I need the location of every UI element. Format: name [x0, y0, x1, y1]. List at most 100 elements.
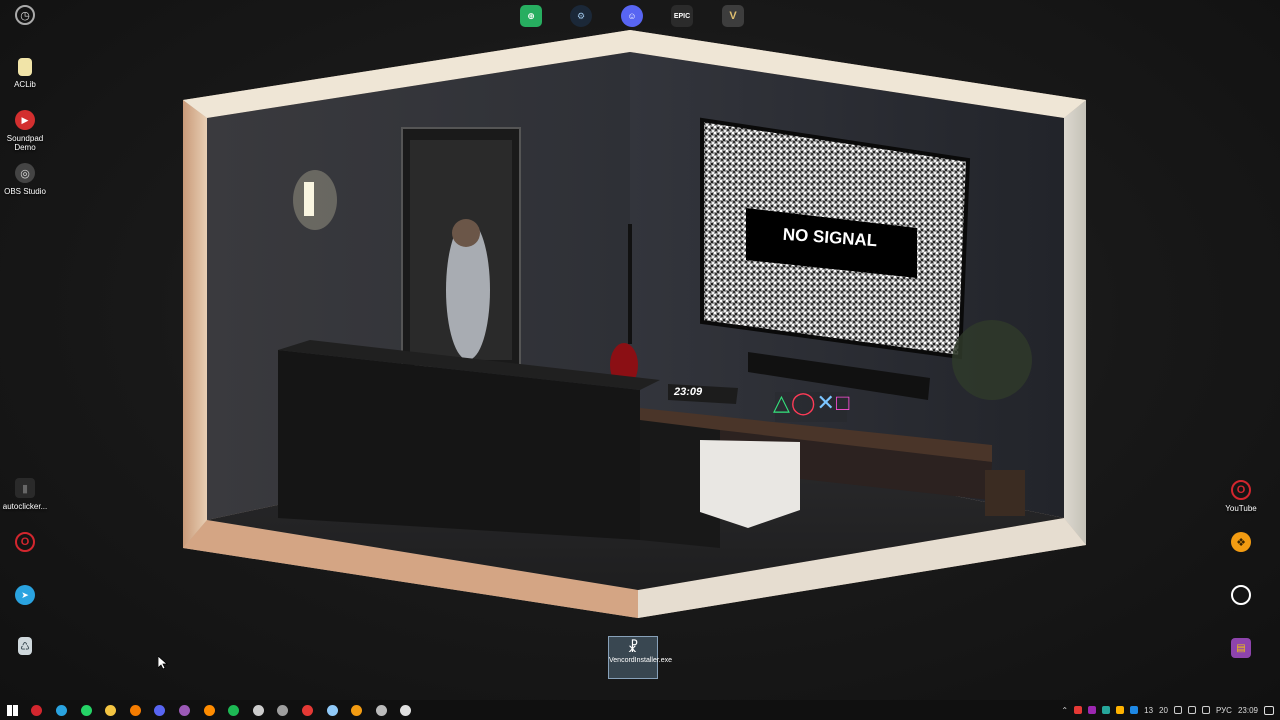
search-orange-taskbar[interactable] — [197, 700, 222, 720]
obs-taskbar[interactable] — [369, 700, 394, 720]
tray-app-icon[interactable] — [1074, 706, 1083, 714]
opera-taskbar[interactable] — [25, 700, 50, 720]
triangle-symbol: △ — [773, 390, 790, 415]
network-icon[interactable] — [1173, 706, 1182, 714]
recycle-bin-icon[interactable]: ♺ — [0, 637, 50, 655]
obs-studio-icon[interactable]: ◎ OBS Studio — [0, 163, 50, 196]
settings-taskbar[interactable] — [246, 700, 271, 720]
xbox-app-icon[interactable]: ⊕ — [520, 5, 542, 27]
gta-label: V — [729, 10, 737, 22]
vencord-label: VencordInstaller.exe — [609, 657, 673, 664]
search-orange-taskbar-icon — [203, 704, 215, 716]
aclib-icon[interactable]: ACLib — [0, 58, 50, 89]
vencord-taskbar-icon — [400, 704, 412, 716]
epic-games-icon[interactable]: EPIC — [671, 5, 693, 27]
tray-app-icon[interactable] — [1102, 706, 1111, 714]
desktop: NO SIGNAL 23:09 △ ◯ ✕ □ ◷ ACLib ▶ Soundp… — [0, 0, 1280, 700]
notification-icon[interactable] — [1264, 705, 1274, 715]
chat-app-icon[interactable] — [1216, 585, 1266, 605]
telegram-icon[interactable]: ➤ — [0, 585, 50, 605]
youtube-label: YouTube — [1225, 504, 1257, 513]
opera-taskbar-icon — [31, 704, 43, 716]
steam-taskbar[interactable] — [320, 700, 345, 720]
mouse-icon: ▮ — [15, 478, 35, 498]
opera-logo-icon: O — [15, 532, 35, 552]
tray-badge[interactable]: 13 — [1144, 706, 1153, 715]
winrar-icon[interactable]: ▤ — [1216, 638, 1266, 658]
chrome-like-taskbar-icon — [129, 704, 141, 716]
discord-taskbar[interactable] — [148, 700, 173, 720]
taskbar: ⌃ 13 20 РУС 23:09 — [0, 700, 1280, 720]
discord-glyph-icon: ☺ — [627, 11, 637, 21]
app-purple-taskbar[interactable] — [172, 700, 197, 720]
autoclicker-label: autoclicker... — [2, 502, 48, 511]
xbox-glyph-icon: ⊕ — [527, 10, 535, 21]
flstudio-taskbar-icon — [351, 704, 363, 716]
fl-studio-icon[interactable]: ❖ — [1216, 532, 1266, 552]
archive-icon: ▤ — [1231, 638, 1251, 658]
spotify-like-taskbar[interactable] — [221, 700, 246, 720]
chrome-like-taskbar[interactable] — [123, 700, 148, 720]
folder-taskbar[interactable] — [271, 700, 296, 720]
app-purple-taskbar-icon — [178, 704, 190, 716]
autoclicker-icon[interactable]: ▮ autoclicker... — [0, 478, 50, 511]
spotify-like-taskbar-icon — [228, 704, 240, 716]
tray-chevron-icon[interactable]: ⌃ — [1061, 706, 1068, 715]
vencord-taskbar[interactable] — [394, 700, 419, 720]
steam-glyph-icon: ⚙ — [576, 10, 586, 21]
square-symbol: □ — [835, 390, 850, 415]
obs-icon: ◎ — [15, 163, 35, 183]
gta-icon[interactable]: V — [722, 5, 744, 27]
trash-icon: ♺ — [18, 637, 32, 655]
discord-icon[interactable]: ☺ — [621, 5, 643, 27]
opera-logo-icon: O — [1231, 480, 1251, 500]
vencord-installer-icon[interactable]: ☧ VencordInstaller.exe — [608, 636, 673, 679]
telegram-taskbar-icon — [55, 704, 67, 716]
settings-taskbar-icon — [252, 704, 264, 716]
steam-icon[interactable]: ⚙ — [570, 5, 592, 27]
room-wallpaper — [183, 30, 1086, 618]
circle-symbol: ◯ — [790, 390, 816, 415]
discord-taskbar-icon — [154, 704, 166, 716]
clock-app-icon[interactable]: ◷ — [0, 5, 50, 25]
fruit-icon: ❖ — [1231, 532, 1251, 552]
chat-bubble-icon — [1231, 585, 1251, 605]
mouse-cursor-icon — [158, 656, 168, 670]
mic-icon[interactable] — [1201, 706, 1210, 714]
volume-icon[interactable] — [1187, 706, 1196, 714]
language-indicator[interactable]: РУС — [1216, 706, 1232, 715]
folder-taskbar-icon — [277, 704, 289, 716]
file-icon — [18, 58, 32, 76]
vencord-glyph-icon: ☧ — [627, 639, 639, 655]
system-tray: ⌃ 13 20 РУС 23:09 — [1061, 700, 1280, 720]
ps-symbols-light: △ ◯ ✕ □ — [773, 390, 849, 416]
whatsapp-taskbar[interactable] — [74, 700, 99, 720]
steam-taskbar-icon — [326, 704, 338, 716]
start-button[interactable] — [0, 700, 25, 720]
tray-badge[interactable]: 20 — [1159, 706, 1168, 715]
explorer-taskbar[interactable] — [98, 700, 123, 720]
explorer-taskbar-icon — [105, 704, 117, 716]
opera-icon[interactable]: O — [0, 532, 50, 552]
youtube-taskbar-icon — [301, 704, 313, 716]
flstudio-taskbar[interactable] — [344, 700, 369, 720]
obs-taskbar-icon — [375, 704, 387, 716]
youtube-taskbar[interactable] — [295, 700, 320, 720]
play-icon: ▶ — [15, 110, 35, 130]
soundpad-label: Soundpad Demo — [6, 134, 44, 152]
aclib-label: ACLib — [14, 80, 36, 89]
tray-app-icon[interactable] — [1116, 706, 1125, 714]
telegram-taskbar[interactable] — [49, 700, 74, 720]
epic-label: EPIC — [673, 12, 691, 20]
start-button-icon — [6, 704, 18, 716]
clock-icon: ◷ — [15, 5, 35, 25]
wallpaper-clock-text: 23:09 — [674, 386, 703, 398]
tray-app-icon[interactable] — [1088, 706, 1097, 714]
obs-label: OBS Studio — [4, 187, 46, 196]
taskbar-clock[interactable]: 23:09 — [1238, 706, 1258, 715]
tray-app-icon[interactable] — [1130, 706, 1139, 714]
youtube-opera-icon[interactable]: O YouTube — [1216, 480, 1266, 513]
telegram-logo-icon: ➤ — [15, 585, 35, 605]
whatsapp-taskbar-icon — [80, 704, 92, 716]
soundpad-icon[interactable]: ▶ Soundpad Demo — [0, 110, 50, 152]
